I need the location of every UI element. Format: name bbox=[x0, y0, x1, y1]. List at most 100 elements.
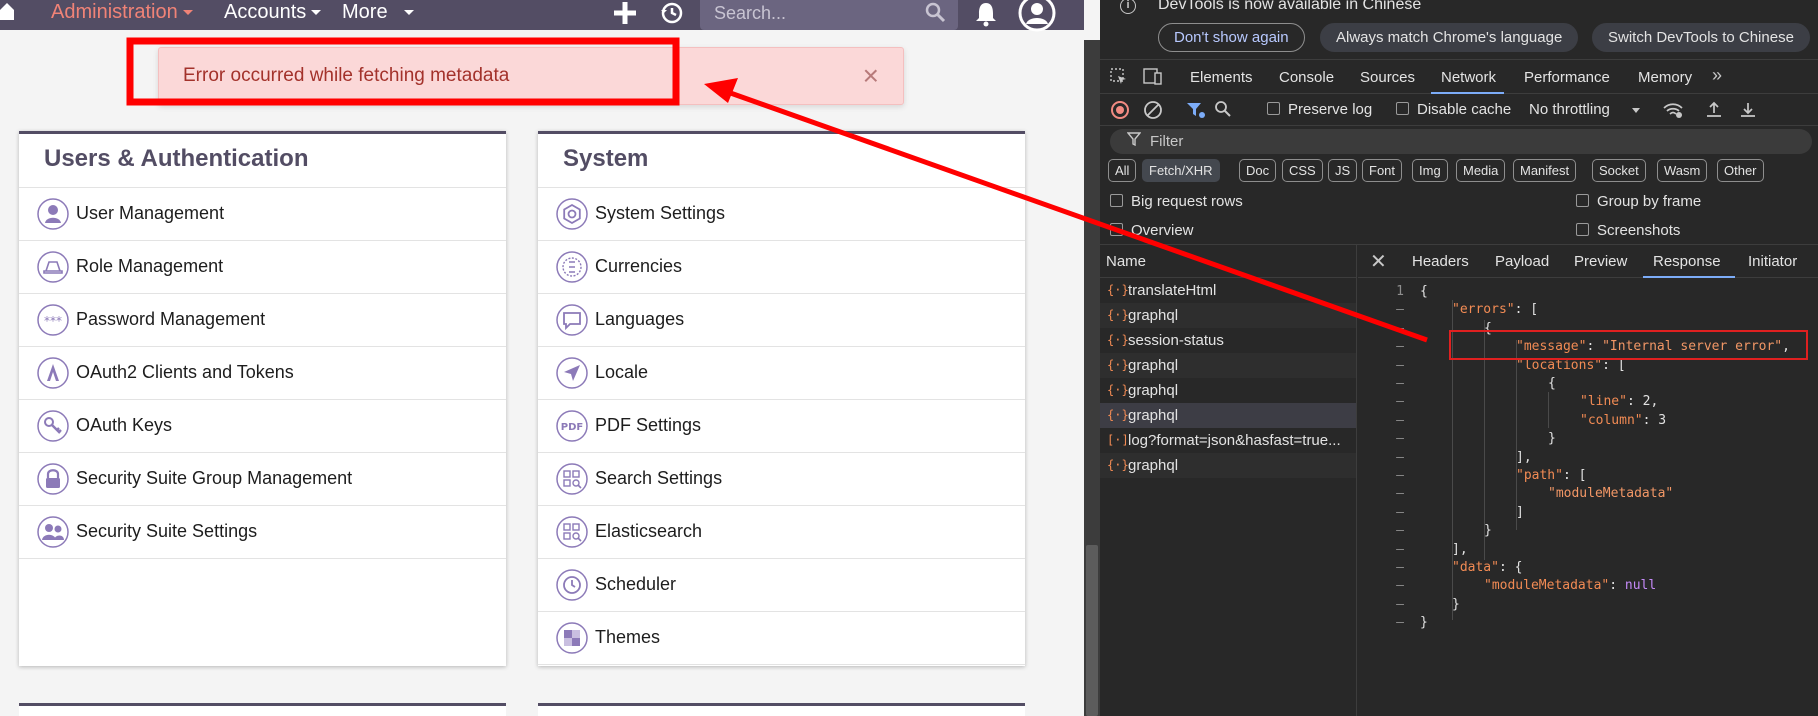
list-item-languages[interactable]: Languages bbox=[538, 294, 1025, 347]
search-icon[interactable] bbox=[1214, 100, 1232, 123]
type-filter-img[interactable]: Img bbox=[1412, 159, 1448, 182]
disable-cache-checkbox[interactable]: Disable cache bbox=[1396, 101, 1511, 118]
bell-icon[interactable] bbox=[974, 1, 998, 29]
user-avatar-icon[interactable] bbox=[1018, 0, 1056, 32]
nav-accounts[interactable]: Accounts bbox=[224, 0, 322, 28]
type-filter-js[interactable]: JS bbox=[1328, 159, 1358, 182]
list-item-label: Locale bbox=[595, 362, 649, 382]
request-row-selected[interactable]: {·} graphql bbox=[1100, 403, 1356, 428]
list-item-themes[interactable]: Themes bbox=[538, 612, 1025, 665]
type-filter-fetch-xhr[interactable]: Fetch/XHR bbox=[1142, 159, 1220, 182]
type-filter-wasm[interactable]: Wasm bbox=[1657, 159, 1708, 182]
tab-network[interactable]: Network bbox=[1441, 69, 1496, 86]
group-by-frame-checkbox[interactable]: Group by frame bbox=[1576, 193, 1701, 210]
preserve-log-checkbox[interactable]: Preserve log bbox=[1267, 101, 1372, 118]
plus-icon[interactable] bbox=[613, 1, 637, 29]
type-filter-socket[interactable]: Socket bbox=[1592, 159, 1646, 182]
line-number: – bbox=[1396, 394, 1404, 410]
more-tabs-icon[interactable]: » bbox=[1712, 65, 1722, 86]
request-row[interactable]: {·} graphql bbox=[1100, 303, 1356, 328]
token-key: "moduleMetadata" bbox=[1484, 578, 1610, 594]
tab-elements[interactable]: Elements bbox=[1190, 69, 1253, 86]
list-item-role-management[interactable]: Role Management bbox=[19, 241, 506, 294]
network-conditions-icon[interactable] bbox=[1662, 101, 1684, 124]
list-item-security-suite-settings[interactable]: Security Suite Settings bbox=[19, 506, 506, 559]
request-row[interactable]: {·} graphql bbox=[1100, 453, 1356, 478]
nav-more[interactable]: More bbox=[342, 0, 414, 28]
list-item-security-suite-group[interactable]: Security Suite Group Management bbox=[19, 453, 506, 506]
list-item-search-settings[interactable]: Search Settings bbox=[538, 453, 1025, 506]
tab-memory[interactable]: Memory bbox=[1638, 69, 1692, 86]
dont-show-again-button[interactable]: Don't show again bbox=[1158, 23, 1305, 52]
tab-response[interactable]: Response bbox=[1653, 253, 1721, 270]
list-item-user-management[interactable]: User Management bbox=[19, 188, 506, 241]
home-icon[interactable] bbox=[0, 0, 14, 28]
search-icon[interactable] bbox=[924, 1, 946, 28]
search-input[interactable] bbox=[700, 0, 958, 26]
filter-funnel-icon[interactable] bbox=[1186, 101, 1206, 124]
network-options: Big request rows Overview Group by frame… bbox=[1100, 189, 1818, 245]
response-text: ], bbox=[1516, 449, 1532, 467]
device-toolbar-icon[interactable] bbox=[1143, 68, 1163, 91]
type-filter-other[interactable]: Other bbox=[1717, 159, 1764, 182]
app-scrollbar-thumb[interactable] bbox=[1086, 545, 1098, 716]
tab-payload[interactable]: Payload bbox=[1495, 253, 1549, 270]
tab-console[interactable]: Console bbox=[1279, 69, 1334, 86]
list-item-currencies[interactable]: Currencies bbox=[538, 241, 1025, 294]
always-match-language-button[interactable]: Always match Chrome's language bbox=[1320, 23, 1579, 52]
list-item-locale[interactable]: Locale bbox=[538, 347, 1025, 400]
inspect-element-icon[interactable] bbox=[1110, 68, 1128, 91]
clear-icon[interactable] bbox=[1143, 100, 1163, 125]
list-item-scheduler[interactable]: Scheduler bbox=[538, 559, 1025, 612]
request-row[interactable]: {·} session-status bbox=[1100, 328, 1356, 353]
request-row[interactable]: {·} translateHtml bbox=[1100, 278, 1356, 303]
type-filter-all[interactable]: All bbox=[1108, 159, 1137, 182]
request-name: log?format=json&hasfast=true... bbox=[1128, 432, 1341, 449]
token-key: "line" bbox=[1580, 394, 1627, 410]
throttling-select[interactable]: No throttling bbox=[1529, 101, 1640, 118]
tab-preview[interactable]: Preview bbox=[1574, 253, 1627, 270]
request-row[interactable]: {·} graphql bbox=[1100, 378, 1356, 403]
list-item-label: Elasticsearch bbox=[595, 521, 703, 541]
type-filter-manifest[interactable]: Manifest bbox=[1513, 159, 1577, 182]
indent-guide bbox=[1452, 300, 1453, 620]
request-row[interactable]: {·} graphql bbox=[1100, 353, 1356, 378]
record-stop-icon[interactable] bbox=[1110, 100, 1130, 125]
list-item-pdf-settings[interactable]: PDF PDF Settings bbox=[538, 400, 1025, 453]
filter-input[interactable]: Filter bbox=[1110, 129, 1812, 154]
type-filter-doc[interactable]: Doc bbox=[1239, 159, 1277, 182]
name-column-header[interactable]: Name bbox=[1100, 245, 1356, 278]
history-icon[interactable] bbox=[660, 1, 684, 29]
overview-checkbox[interactable]: Overview bbox=[1110, 222, 1194, 239]
response-text: "locations": [ bbox=[1516, 357, 1626, 375]
import-har-icon[interactable] bbox=[1705, 100, 1723, 123]
screenshots-checkbox[interactable]: Screenshots bbox=[1576, 222, 1680, 239]
close-icon[interactable]: × bbox=[863, 62, 879, 90]
request-row[interactable]: [·] log?format=json&hasfast=true... bbox=[1100, 428, 1356, 453]
nav-more-label: More bbox=[342, 1, 388, 23]
filter-placeholder: Filter bbox=[1150, 133, 1184, 150]
tab-initiator[interactable]: Initiator bbox=[1748, 253, 1797, 270]
list-item-elasticsearch[interactable]: Elasticsearch bbox=[538, 506, 1025, 559]
list-item-oauth-keys[interactable]: OAuth Keys bbox=[19, 400, 506, 453]
type-filter-css[interactable]: CSS bbox=[1282, 159, 1323, 182]
tab-performance[interactable]: Performance bbox=[1524, 69, 1610, 86]
list-item-password-management[interactable]: *** Password Management bbox=[19, 294, 506, 347]
list-item-oauth2-clients[interactable]: OAuth2 Clients and Tokens bbox=[19, 347, 506, 400]
type-filter-media[interactable]: Media bbox=[1456, 159, 1506, 182]
checkbox-box bbox=[1576, 223, 1589, 236]
request-name: session-status bbox=[1128, 332, 1224, 349]
close-icon[interactable]: ✕ bbox=[1370, 249, 1387, 274]
checkbox-box bbox=[1267, 102, 1280, 115]
tab-sources[interactable]: Sources bbox=[1360, 69, 1415, 86]
type-filter-font[interactable]: Font bbox=[1362, 159, 1403, 182]
export-har-icon[interactable] bbox=[1739, 100, 1757, 123]
list-item-label: Security Suite Settings bbox=[76, 521, 258, 541]
tab-headers[interactable]: Headers bbox=[1412, 253, 1469, 270]
line-number: – bbox=[1396, 412, 1404, 428]
nav-administration[interactable]: Administration bbox=[51, 0, 193, 28]
list-item-system-settings[interactable]: System Settings bbox=[538, 188, 1025, 241]
token-text: { bbox=[1484, 320, 1492, 336]
switch-to-chinese-button[interactable]: Switch DevTools to Chinese bbox=[1592, 23, 1810, 52]
big-request-rows-checkbox[interactable]: Big request rows bbox=[1110, 193, 1243, 210]
